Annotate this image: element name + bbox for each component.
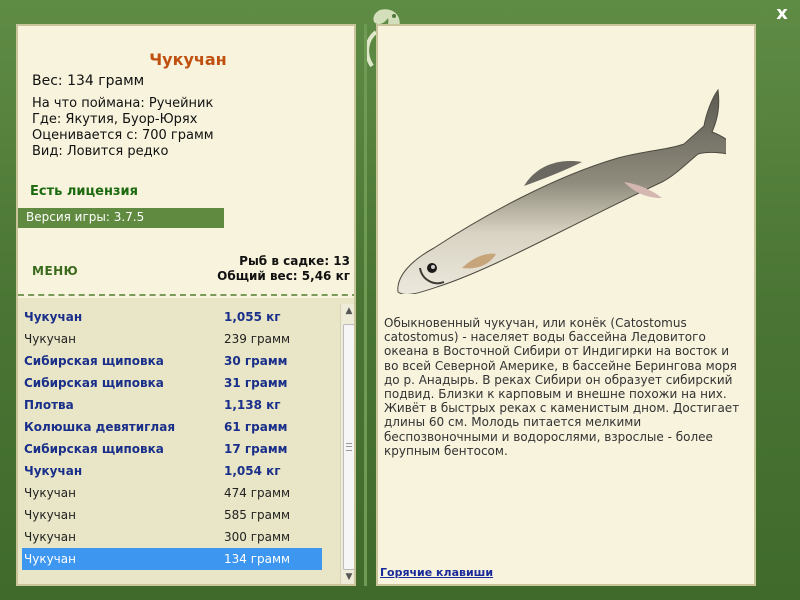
- catch-fish-name: Чукучан: [24, 464, 83, 478]
- menu-button[interactable]: МЕНЮ: [32, 264, 78, 278]
- catch-fish-weight: 239 грамм: [224, 332, 291, 346]
- list-item[interactable]: Чукучан 300 грамм: [22, 526, 322, 548]
- catch-fish-weight: 1,054 кг: [224, 464, 281, 478]
- catch-fish-weight: 1,055 кг: [224, 310, 281, 324]
- list-item[interactable]: Чукучан 585 грамм: [22, 504, 322, 526]
- list-item[interactable]: Колюшка девятиглая 61 грамм: [22, 416, 322, 438]
- catch-fish-weight: 1,138 кг: [224, 398, 281, 412]
- scroll-down-icon[interactable]: ▼: [341, 570, 354, 584]
- catch-fish-weight: 134 грамм: [224, 552, 291, 566]
- list-item[interactable]: Сибирская щиповка 31 грамм: [22, 372, 322, 394]
- close-icon[interactable]: x: [776, 3, 788, 24]
- grip-line: [346, 446, 352, 447]
- list-item[interactable]: Чукучан 1,055 кг: [22, 306, 322, 328]
- list-item[interactable]: Чукучан 1,054 кг: [22, 460, 322, 482]
- catch-fish-name: Сибирская щиповка: [24, 442, 164, 456]
- fish-info-panel: Чукучан Вес: 134 грамм На что поймана: Р…: [16, 24, 356, 586]
- list-item[interactable]: Чукучан 474 грамм: [22, 482, 322, 504]
- fish-location: Где: Якутия, Буор-Юрях: [32, 112, 198, 127]
- catch-fish-name: Чукучан: [24, 552, 76, 566]
- hotkeys-link[interactable]: Горячие клавиши: [380, 566, 493, 579]
- catch-fish-name: Сибирская щиповка: [24, 376, 164, 390]
- scroll-up-icon[interactable]: ▲: [341, 304, 354, 318]
- catch-fish-name: Сибирская щиповка: [24, 354, 164, 368]
- catch-fish-name: Чукучан: [24, 486, 76, 500]
- catch-fish-weight: 30 грамм: [224, 354, 288, 368]
- list-item[interactable]: Чукучан 239 грамм: [22, 328, 322, 350]
- fish-image: [397, 88, 726, 294]
- grip-icon: [346, 443, 352, 451]
- catch-fish-name: Чукучан: [24, 508, 76, 522]
- divider: [18, 294, 354, 296]
- version-bar: Версия игры: 3.7.5: [18, 208, 224, 228]
- catch-list: Чукучан 1,055 кг Чукучан 239 грамм Сибирская…: [18, 298, 354, 584]
- license-status: Есть лицензия: [30, 184, 138, 199]
- fish-count: Рыб в садке: 13: [239, 254, 350, 268]
- panel-divider: [364, 24, 367, 586]
- catch-fish-name: Чукучан: [24, 310, 83, 324]
- scroll-thumb[interactable]: [343, 324, 354, 570]
- catch-stats: Рыб в садке: 13 Общий вес: 5,46 кг: [217, 254, 350, 284]
- catch-fish-weight: 300 грамм: [224, 530, 291, 544]
- catch-fish-name: Чукучан: [24, 530, 76, 544]
- fish-value: Оценивается с: 700 грамм: [32, 128, 214, 143]
- list-item[interactable]: Плотва 1,138 кг: [22, 394, 322, 416]
- catch-fish-name: Плотва: [24, 398, 74, 412]
- catch-fish-weight: 31 грамм: [224, 376, 288, 390]
- fish-description-panel: Обыкновенный чукучан, или конёк (Catosto…: [376, 24, 756, 586]
- close-button[interactable]: x: [772, 4, 792, 24]
- list-item[interactable]: Чукучан 134 грамм: [22, 548, 322, 570]
- catch-fish-name: Чукучан: [24, 332, 76, 346]
- list-item[interactable]: Сибирская щиповка 17 грамм: [22, 438, 322, 460]
- fish-title: Чукучан: [149, 50, 227, 69]
- catch-fish-name: Колюшка девятиглая: [24, 420, 176, 434]
- catch-fish-weight: 17 грамм: [224, 442, 288, 456]
- catch-fish-weight: 474 грамм: [224, 486, 291, 500]
- fish-rarity: Вид: Ловится редко: [32, 144, 169, 159]
- fish-weight: Вес: 134 грамм: [32, 73, 145, 89]
- catch-fish-weight: 585 грамм: [224, 508, 291, 522]
- scrollbar[interactable]: ▲ ▼: [340, 304, 354, 584]
- fish-description: Обыкновенный чукучан, или конёк (Catosto…: [384, 316, 740, 458]
- catch-fish-weight: 61 грамм: [224, 420, 288, 434]
- total-weight: Общий вес: 5,46 кг: [217, 269, 350, 283]
- list-item[interactable]: Сибирская щиповка 30 грамм: [22, 350, 322, 372]
- fish-bait: На что поймана: Ручейник: [32, 96, 214, 111]
